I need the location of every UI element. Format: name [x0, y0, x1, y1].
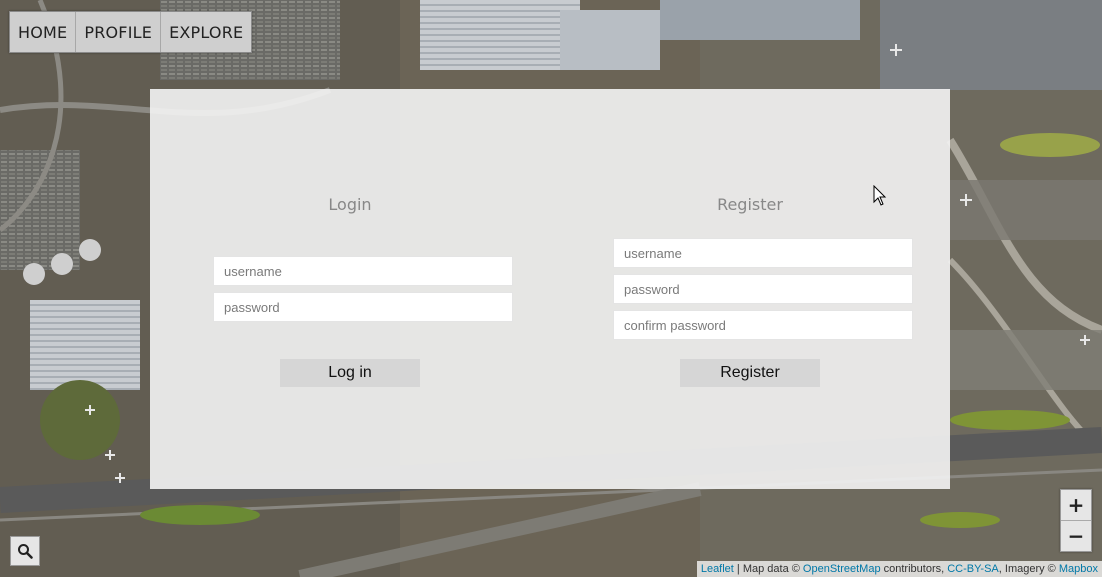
map-attribution: Leaflet | Map data © OpenStreetMap contr… [696, 561, 1102, 577]
register-username-input[interactable] [613, 238, 913, 268]
login-password-input[interactable] [213, 292, 513, 322]
register-title: Register [717, 195, 783, 214]
osm-link[interactable]: OpenStreetMap [803, 563, 881, 575]
map-search-button[interactable] [10, 536, 40, 566]
attribution-text-mapdata: | Map data © [733, 563, 803, 575]
register-section: Register Register [550, 89, 950, 489]
login-username-input[interactable] [213, 256, 513, 286]
search-icon [18, 544, 33, 559]
login-section: Login Log in [150, 89, 550, 489]
auth-panel: Login Log in Register Register [150, 89, 950, 489]
mapbox-link[interactable]: Mapbox [1059, 563, 1098, 575]
nav-profile[interactable]: PROFILE [76, 12, 162, 52]
nav-explore[interactable]: EXPLORE [161, 12, 251, 52]
login-button[interactable]: Log in [280, 359, 420, 387]
login-title: Login [328, 195, 372, 214]
mouse-cursor-icon [873, 185, 887, 206]
register-password-input[interactable] [613, 274, 913, 304]
register-button[interactable]: Register [680, 359, 820, 387]
leaflet-link[interactable]: Leaflet [701, 563, 734, 575]
register-confirm-password-input[interactable] [613, 310, 913, 340]
zoom-in-button[interactable]: + [1061, 490, 1091, 520]
attribution-text-imagery: , Imagery © [998, 563, 1059, 575]
top-navigation: HOME PROFILE EXPLORE [9, 11, 253, 53]
license-link[interactable]: CC-BY-SA [947, 563, 999, 575]
attribution-text-contributors: contributors, [880, 563, 948, 575]
zoom-out-button[interactable]: − [1061, 520, 1091, 551]
zoom-control: + − [1060, 489, 1092, 552]
nav-home[interactable]: HOME [10, 12, 77, 52]
